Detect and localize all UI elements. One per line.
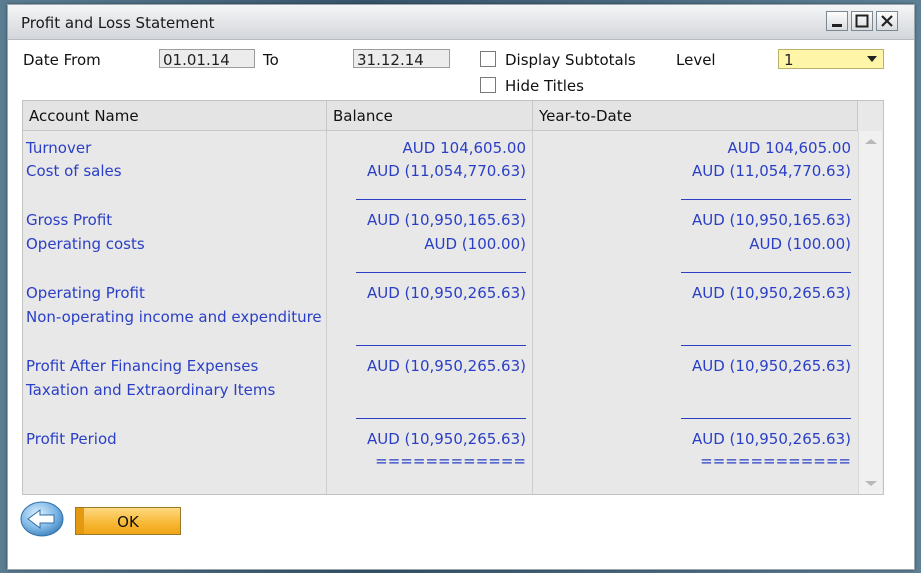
back-button[interactable] — [20, 501, 66, 537]
row-name[interactable]: Profit After Financing Expenses — [26, 357, 258, 375]
pl-table: Account Name Balance Year-to-Date Turnov… — [22, 100, 884, 495]
row-balance: AUD 104,605.00 — [402, 139, 526, 157]
column-header-balance[interactable]: Balance — [327, 101, 533, 131]
column-header-ytd[interactable]: Year-to-Date — [533, 101, 858, 131]
row-name[interactable]: Turnover — [26, 139, 91, 157]
hide-titles-checkbox[interactable] — [480, 77, 496, 93]
row-name[interactable]: Taxation and Extraordinary Items — [26, 381, 275, 399]
row-name[interactable]: Cost of sales — [26, 162, 122, 180]
close-icon — [881, 15, 893, 27]
row-name[interactable]: Operating costs — [26, 235, 145, 253]
row-name[interactable]: Gross Profit — [26, 211, 112, 229]
subtotal-line — [356, 418, 526, 419]
level-select-value: 1 — [784, 51, 794, 69]
row-name[interactable]: Operating Profit — [26, 284, 145, 302]
maximize-button[interactable] — [851, 11, 873, 31]
row-ytd: AUD (10,950,265.63) — [691, 357, 851, 375]
column-divider — [326, 131, 327, 494]
date-from-field[interactable]: 01.01.14 — [159, 49, 255, 69]
chevron-down-icon — [867, 56, 877, 62]
ok-button[interactable]: OK — [75, 507, 181, 535]
row-balance: AUD (100.00) — [424, 235, 526, 253]
subtotal-line — [681, 199, 851, 200]
row-balance: AUD (10,950,265.63) — [366, 284, 526, 302]
column-header-account-name[interactable]: Account Name — [23, 101, 327, 131]
ok-button-accent — [76, 508, 84, 534]
subtotal-line — [356, 345, 526, 346]
window-title: Profit and Loss Statement — [21, 14, 215, 32]
display-subtotals-checkbox[interactable] — [480, 51, 496, 67]
subtotal-line — [681, 272, 851, 273]
date-to-field[interactable]: 31.12.14 — [353, 49, 450, 69]
vertical-scrollbar[interactable] — [858, 131, 882, 494]
level-label: Level — [676, 51, 716, 69]
minimize-button[interactable] — [826, 11, 848, 31]
subtotal-line — [356, 272, 526, 273]
to-label: To — [263, 51, 279, 69]
close-button[interactable] — [876, 11, 898, 31]
subtotal-line — [681, 418, 851, 419]
row-ytd: AUD (10,950,265.63) — [691, 430, 851, 448]
pl-statement-window: Profit and Loss Statement Date From 01.0… — [7, 4, 915, 570]
display-subtotals-label: Display Subtotals — [505, 51, 636, 69]
hide-titles-label: Hide Titles — [505, 77, 584, 95]
scroll-up-icon[interactable] — [865, 139, 877, 144]
row-balance: AUD (10,950,265.63) — [366, 430, 526, 448]
row-ytd: AUD (10,950,165.63) — [691, 211, 851, 229]
row-ytd: AUD (11,054,770.63) — [691, 162, 851, 180]
minimize-icon — [832, 24, 842, 27]
row-balance: AUD (10,950,265.63) — [366, 357, 526, 375]
row-balance: AUD (11,054,770.63) — [366, 162, 526, 180]
ok-button-label: OK — [117, 513, 139, 531]
row-ytd: AUD (10,950,265.63) — [691, 284, 851, 302]
row-ytd: AUD 104,605.00 — [727, 139, 851, 157]
level-select[interactable]: 1 — [778, 49, 884, 69]
row-name[interactable]: Non-operating income and expenditure — [26, 308, 322, 326]
subtotal-line — [356, 199, 526, 200]
scroll-down-icon[interactable] — [865, 481, 877, 486]
row-balance: AUD (10,950,165.63) — [366, 211, 526, 229]
total-double-line: ============ — [375, 452, 526, 470]
row-name[interactable]: Profit Period — [26, 430, 117, 448]
total-double-line: ============ — [700, 452, 851, 470]
subtotal-line — [681, 345, 851, 346]
title-bar: Profit and Loss Statement — [8, 5, 914, 40]
back-arrow-icon — [20, 501, 64, 537]
row-ytd: AUD (100.00) — [749, 235, 851, 253]
maximize-icon — [855, 14, 869, 28]
date-from-label: Date From — [23, 51, 101, 69]
column-divider — [532, 131, 533, 494]
